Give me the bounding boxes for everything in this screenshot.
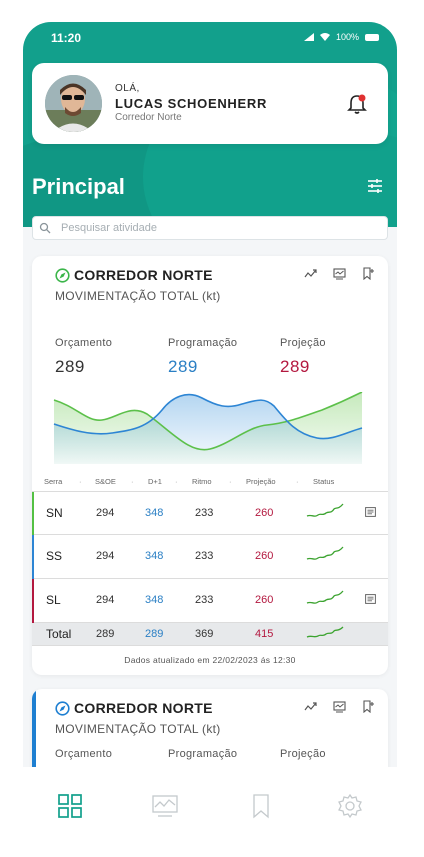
card-actions (304, 267, 375, 280)
signal-icon (303, 33, 314, 41)
trend-icon[interactable] (304, 267, 317, 280)
user-name: LUCAS SCHOENHERR (115, 96, 268, 111)
cell-d1: 348 (145, 550, 164, 562)
row-label: SL (46, 593, 61, 607)
avatar[interactable] (45, 75, 102, 132)
status-sparkline (306, 626, 344, 638)
search-icon (39, 222, 51, 234)
col-projecao: Projeção (246, 477, 276, 486)
last-updated: Dados atualizado em 22/02/2023 ás 12:30 (124, 655, 296, 665)
total-d1: 289 (145, 628, 164, 640)
filter-icon[interactable] (367, 178, 383, 194)
status-sparkline (306, 546, 344, 560)
search-bar[interactable] (32, 216, 388, 240)
battery-icon (365, 33, 379, 41)
cell-soe: 294 (96, 550, 115, 562)
cell-ritmo: 233 (195, 594, 214, 606)
cell-d1: 348 (145, 594, 164, 606)
user-role: Corredor Norte (115, 112, 182, 123)
trend-icon[interactable] (304, 700, 317, 713)
card2-title-text: CORREDOR NORTE (74, 700, 213, 716)
dashboard-icon[interactable] (57, 793, 83, 819)
compass-icon (55, 267, 70, 283)
row-indicator (32, 492, 34, 536)
bottom-tab-bar (23, 767, 397, 857)
metric-label-projection: Projeção (280, 748, 326, 760)
col-serra: Serra (44, 477, 63, 486)
bookmark-add-icon[interactable] (362, 700, 375, 713)
metric-label-projection: Projeção (280, 337, 326, 349)
row-indicator (32, 535, 34, 579)
table-row[interactable]: SN 294 348 233 260 (32, 491, 388, 536)
card2-title: CORREDOR NORTE (55, 700, 213, 716)
status-bar: 11:20 100% (23, 22, 397, 54)
compass-icon (55, 700, 70, 716)
table-header: Serra · S&OE · D+1 · Ritmo · Projeção · … (44, 477, 335, 486)
comment-icon[interactable] (365, 507, 376, 517)
col-status: Status (313, 477, 335, 486)
metric-value-schedule: 289 (168, 357, 198, 376)
notification-bell-icon[interactable] (347, 93, 367, 115)
total-label: Total (46, 627, 72, 641)
cell-d1: 348 (145, 507, 164, 519)
status-icons: 100% (303, 32, 379, 42)
cell-soe: 294 (96, 507, 115, 519)
metric-label-budget: Orçamento (55, 748, 113, 760)
cell-projecao: 260 (255, 550, 274, 562)
corridor-card[interactable]: CORREDOR NORTE MOVIMENTAÇÃO TOTAL (kt) O… (32, 256, 388, 675)
card-title-text: CORREDOR NORTE (74, 267, 213, 283)
metric-value-projection: 289 (280, 357, 310, 376)
total-ritmo: 369 (195, 628, 214, 640)
app-screen: 11:20 100% OLÁ, LUCAS SCHOENHERR Corredo… (23, 22, 397, 857)
monitor-chart-icon[interactable] (333, 700, 346, 713)
greeting: OLÁ, (115, 83, 140, 94)
cell-soe: 294 (96, 594, 115, 606)
profile-card[interactable]: OLÁ, LUCAS SCHOENHERR Corredor Norte (32, 63, 388, 144)
total-projecao: 415 (255, 628, 274, 640)
wifi-icon (319, 33, 330, 41)
metric-label-budget: Orçamento (55, 337, 113, 349)
table-row[interactable]: SS 294 348 233 260 (32, 535, 388, 579)
metric-label-schedule: Programação (168, 748, 238, 760)
cell-projecao: 260 (255, 507, 274, 519)
col-ritmo: Ritmo (192, 477, 212, 486)
card2-actions (304, 700, 375, 713)
cell-projecao: 260 (255, 594, 274, 606)
status-sparkline (306, 590, 344, 604)
metric-value-budget: 289 (55, 357, 85, 376)
comment-icon[interactable] (365, 594, 376, 604)
card-title: CORREDOR NORTE (55, 267, 213, 283)
monitor-chart-icon[interactable] (333, 267, 346, 280)
battery-label: 100% (335, 32, 359, 42)
table-row[interactable]: SL 294 348 233 260 (32, 579, 388, 623)
card2-subtitle: MOVIMENTAÇÃO TOTAL (kt) (55, 722, 221, 736)
bookmark-add-icon[interactable] (362, 267, 375, 280)
table-total-row: Total 289 289 369 415 (32, 623, 388, 646)
status-time: 11:20 (51, 31, 82, 45)
settings-icon[interactable] (337, 793, 363, 819)
total-soe: 289 (96, 628, 115, 640)
row-indicator (32, 579, 34, 623)
col-soe: S&OE (95, 477, 116, 486)
row-label: SS (46, 549, 63, 563)
row-label: SN (46, 506, 63, 520)
trend-area-chart (53, 392, 363, 464)
page-title: Principal (32, 174, 125, 199)
card-subtitle: MOVIMENTAÇÃO TOTAL (kt) (55, 289, 221, 303)
col-d1: D+1 (148, 477, 162, 486)
activity-chart-icon[interactable] (152, 793, 178, 819)
cell-ritmo: 233 (195, 550, 214, 562)
search-input[interactable] (61, 219, 371, 237)
metric-label-schedule: Programação (168, 337, 238, 349)
bookmark-icon[interactable] (248, 793, 274, 819)
status-sparkline (306, 503, 344, 517)
cell-ritmo: 233 (195, 507, 214, 519)
